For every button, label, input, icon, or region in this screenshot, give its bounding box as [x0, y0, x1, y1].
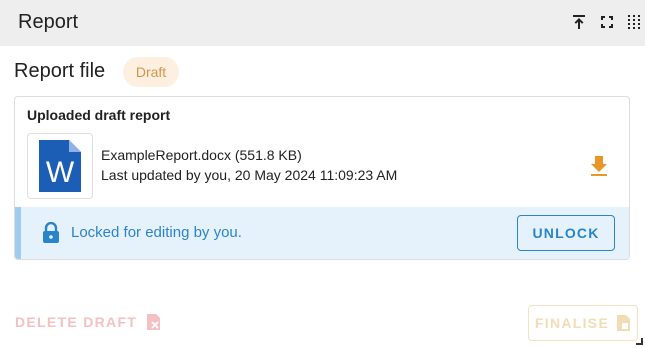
page-title: Report file	[14, 60, 106, 82]
card-title: Uploaded draft report	[27, 107, 171, 123]
finalise-label: FINALISE	[534, 315, 610, 331]
status-badge: Draft	[123, 57, 179, 87]
svg-text:W: W	[46, 156, 75, 189]
file-last-updated: Last updated by you, 20 May 2024 11:09:2…	[101, 167, 398, 183]
lock-status-text: Locked for editing by you.	[71, 224, 242, 241]
unlock-button[interactable]: UNLOCK	[517, 215, 615, 251]
file-name: ExampleReport.docx (551.8 KB)	[101, 147, 302, 163]
delete-file-icon	[147, 314, 161, 330]
fullscreen-icon[interactable]	[599, 14, 615, 30]
lock-banner: Locked for editing by you. UNLOCK	[15, 207, 629, 259]
panel-header: Report	[0, 0, 645, 46]
collapse-up-icon[interactable]	[571, 14, 587, 30]
panel-title: Report	[18, 11, 79, 33]
finalise-button[interactable]: FINALISE	[528, 305, 638, 341]
delete-draft-label: DELETE DRAFT	[15, 314, 138, 330]
drag-grid-icon[interactable]	[626, 14, 642, 30]
draft-report-card: Uploaded draft report W ExampleReport.do…	[14, 96, 630, 260]
download-icon[interactable]	[589, 155, 609, 177]
delete-draft-button[interactable]: DELETE DRAFT	[15, 312, 161, 332]
word-document-icon: W	[39, 140, 81, 192]
file-thumbnail[interactable]: W	[27, 133, 93, 199]
resize-handle[interactable]	[636, 338, 643, 345]
finalise-file-icon	[617, 315, 631, 331]
lock-icon	[43, 222, 59, 243]
